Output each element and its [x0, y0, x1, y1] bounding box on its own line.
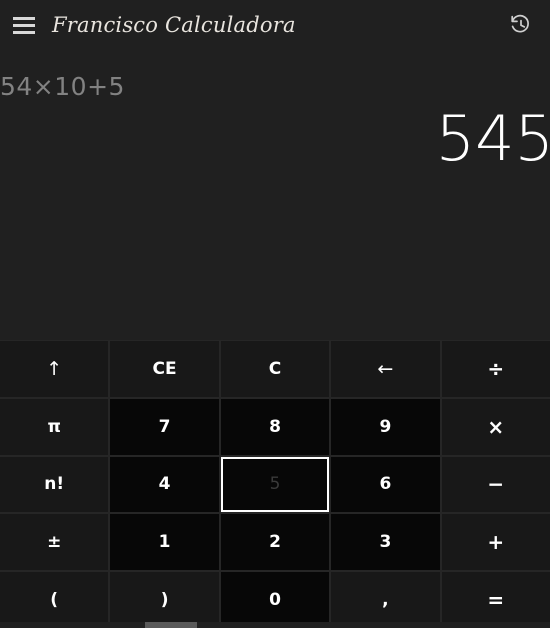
key-plus-minus[interactable]: ± [0, 514, 109, 571]
hamburger-bar [13, 30, 35, 34]
key-6[interactable]: 6 [331, 456, 440, 513]
key-paren-open[interactable]: ( [0, 572, 109, 628]
key-pi[interactable]: π [0, 398, 109, 455]
key-backspace[interactable]: ← [331, 341, 440, 397]
calculator-display: 54×10+5 545 [0, 50, 550, 340]
key-factorial[interactable]: n! [0, 456, 109, 513]
key-5[interactable]: 5 [220, 456, 330, 513]
hamburger-bar [13, 23, 35, 27]
key-divide[interactable]: ÷ [441, 341, 550, 397]
horizontal-scrollbar[interactable] [0, 622, 550, 628]
key-0[interactable]: 0 [220, 572, 330, 628]
key-7[interactable]: 7 [110, 398, 219, 455]
key-clear[interactable]: C [220, 341, 330, 397]
history-icon[interactable] [504, 8, 538, 42]
result-text: 545 [435, 102, 550, 175]
keypad-grid: ↑ CE C ← ÷ π 7 8 9 × n! 4 5 6− ±1 2 3 + () 0, = [0, 340, 550, 628]
key-1[interactable]: 1 [110, 514, 219, 571]
key-add[interactable]: + [441, 514, 550, 571]
expression-text: 54×10+5 [0, 72, 125, 101]
key-9[interactable]: 9 [331, 398, 440, 455]
key-8[interactable]: 8 [220, 398, 330, 455]
key-3[interactable]: 3 [331, 514, 440, 571]
key-decimal-comma[interactable]: , [331, 572, 440, 628]
scrollbar-thumb[interactable] [145, 622, 197, 628]
key-2[interactable]: 2 [220, 514, 330, 571]
key-equals[interactable]: = [441, 572, 550, 628]
key-4[interactable]: 4 [110, 456, 219, 513]
hamburger-menu-icon[interactable] [10, 11, 38, 39]
calculator-window: Francisco Calculadora 54×10+5 545 ↑ CE C ← ÷… [0, 0, 550, 628]
title-bar: Francisco Calculadora [0, 0, 550, 50]
app-title: Francisco Calculadora [52, 13, 296, 37]
key-paren-close[interactable]: ) [110, 572, 219, 628]
key-shift-up[interactable]: ↑ [0, 341, 109, 397]
key-multiply[interactable]: × [441, 398, 550, 455]
key-clear-entry[interactable]: CE [110, 341, 219, 397]
key-subtract[interactable]: − [441, 456, 550, 513]
hamburger-bar [13, 16, 35, 20]
